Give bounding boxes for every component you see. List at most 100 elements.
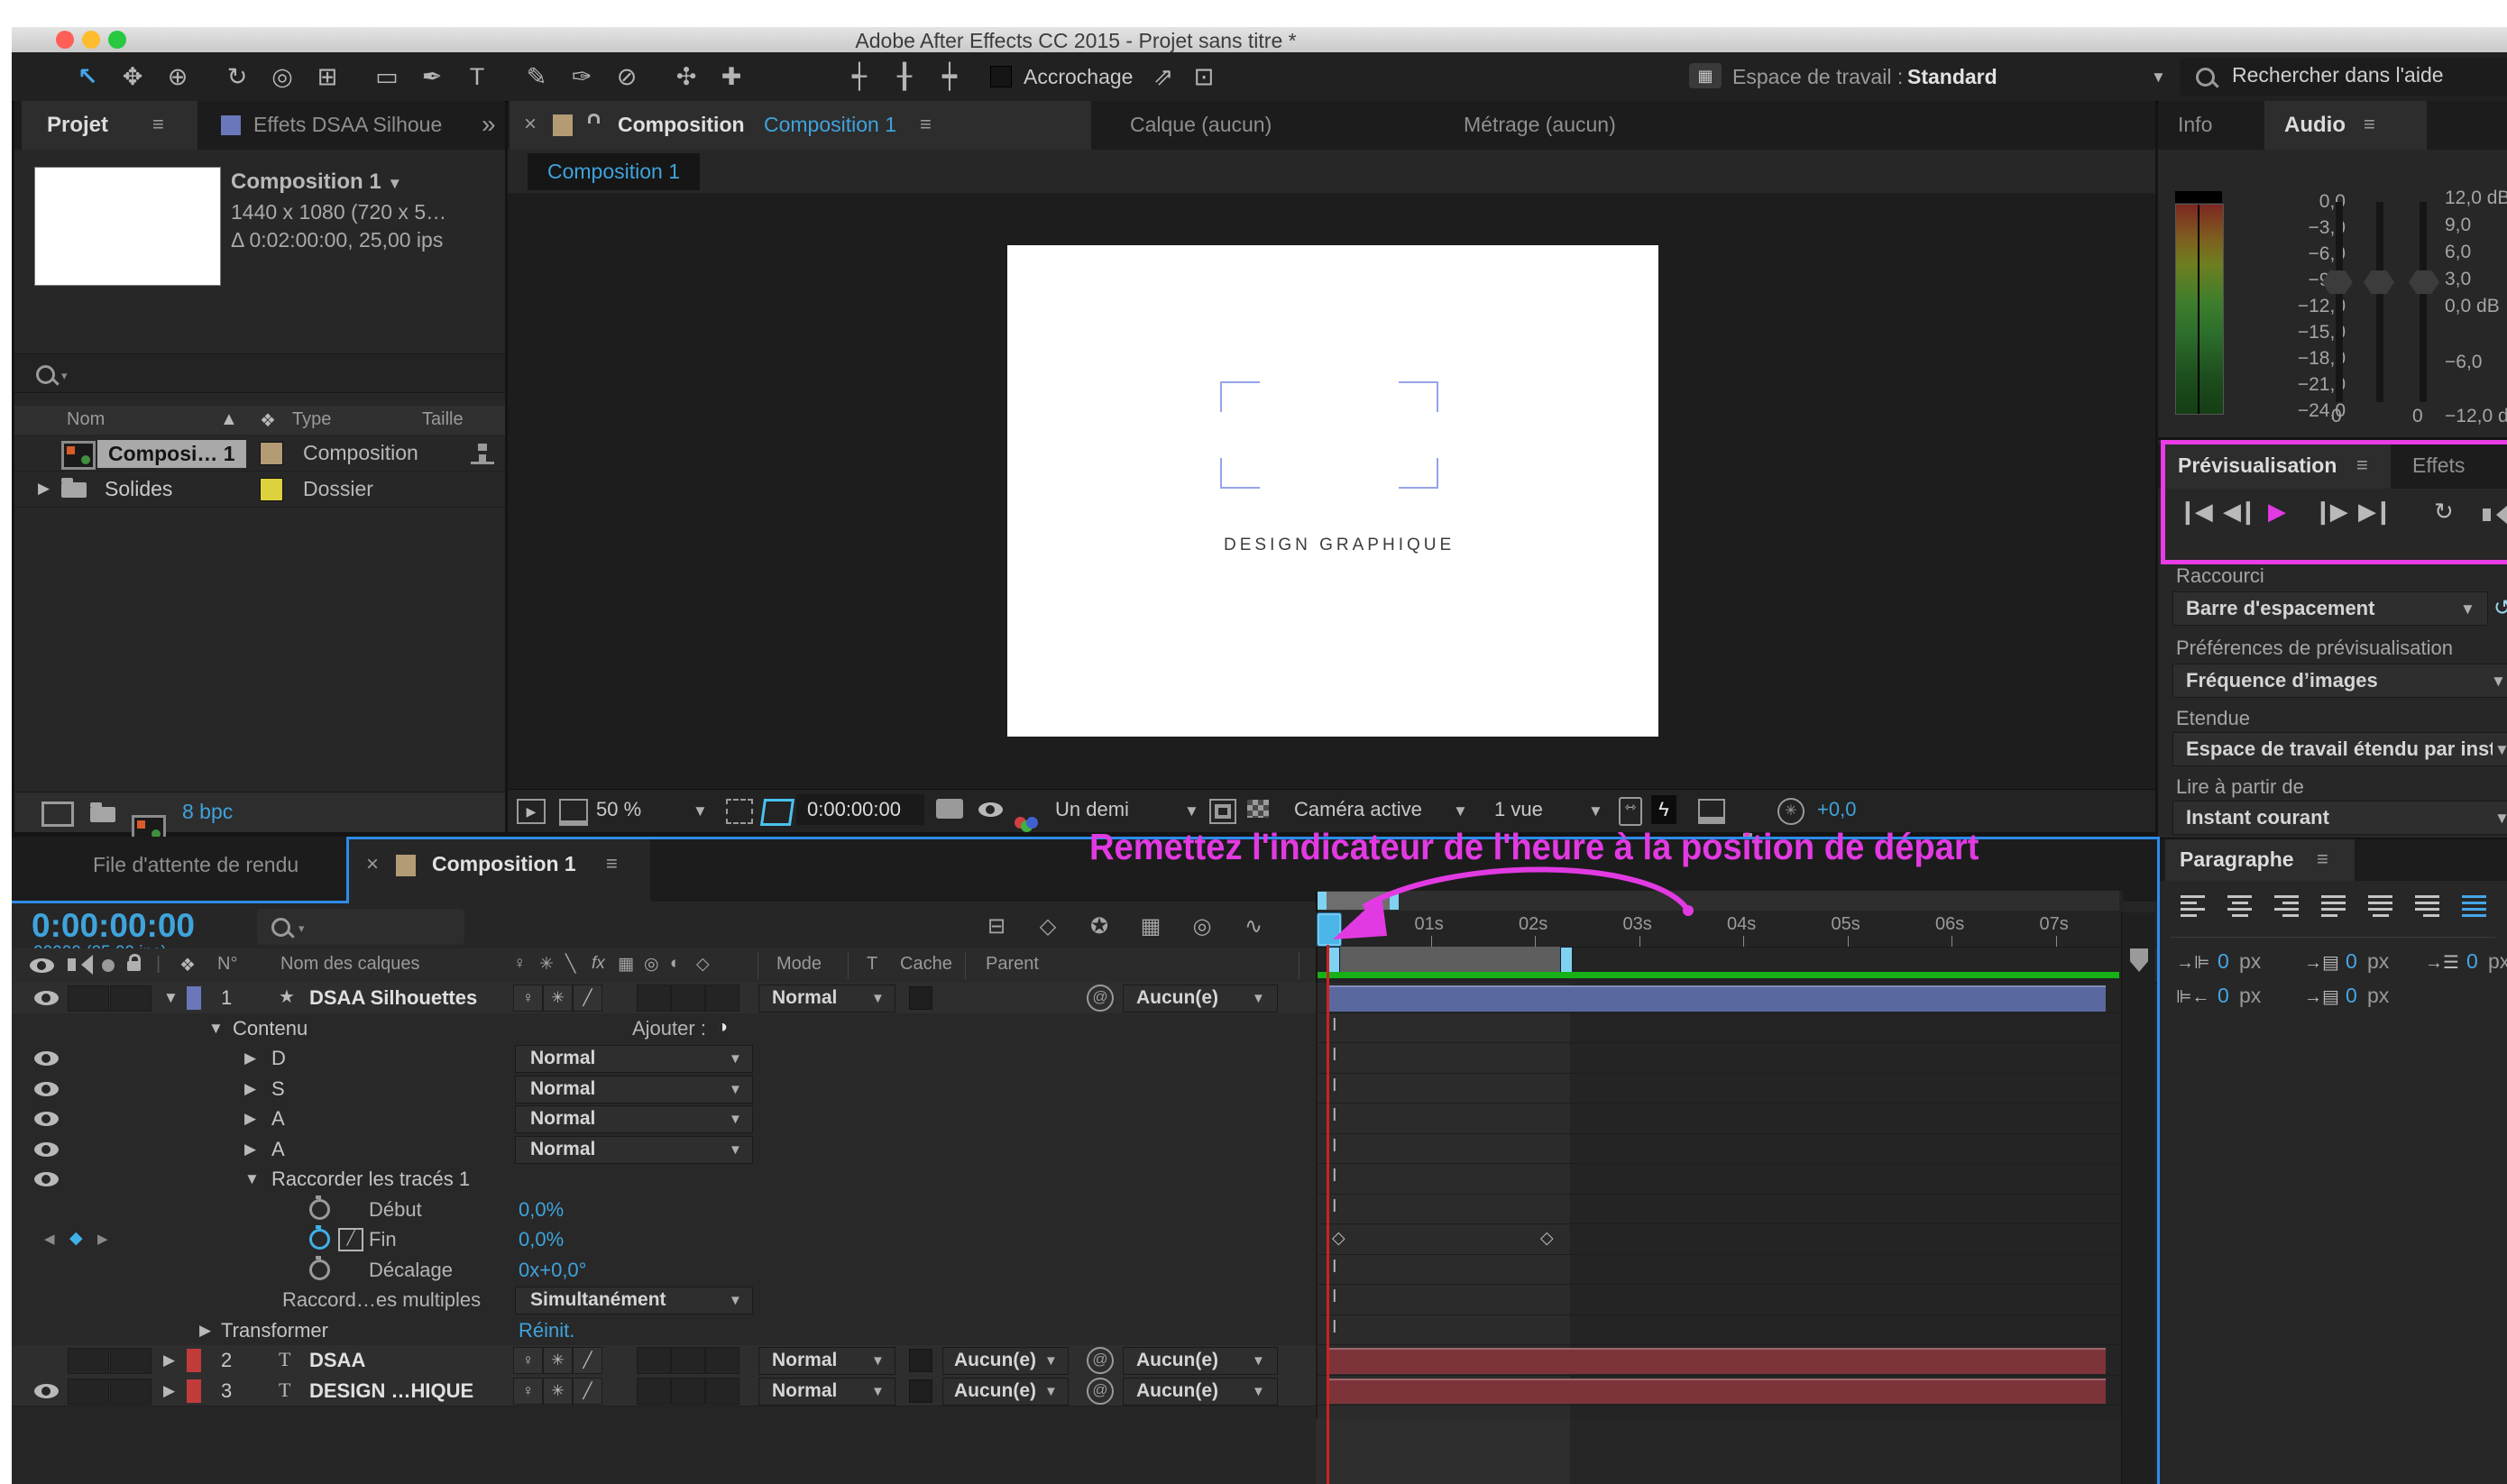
region-of-interest-icon[interactable] xyxy=(726,799,753,824)
reset-icon[interactable]: ↺ xyxy=(2493,595,2507,621)
group-blend-mode-dropdown[interactable]: Normal▼ xyxy=(515,1105,753,1133)
tab-previsualisation[interactable]: Prévisualisation ≡ xyxy=(2165,444,2391,489)
parent-dropdown[interactable]: Aucun(e)▼ xyxy=(1123,1347,1278,1375)
audio-column-icon[interactable] xyxy=(68,958,76,971)
expander-icon[interactable]: ▼ xyxy=(208,1020,224,1038)
blend-mode-dropdown[interactable]: Normal▼ xyxy=(758,1347,895,1375)
parent-pickwhip-icon[interactable]: @ xyxy=(1087,1378,1114,1405)
viewer-timecode-box[interactable]: 0:00:00:00 xyxy=(796,794,924,825)
eye-icon[interactable] xyxy=(34,1172,59,1186)
align-right-button[interactable] xyxy=(2274,895,2299,917)
world-axis-icon[interactable]: ╂ xyxy=(885,60,924,94)
timeline-row-a[interactable]: ▶ANormal▼ xyxy=(12,1134,1316,1166)
property-group-name[interactable]: D xyxy=(271,1047,286,1070)
blend-mode-dropdown[interactable]: Normal▼ xyxy=(758,985,895,1012)
expander-icon[interactable]: ▶ xyxy=(199,1322,211,1340)
comp-info-caret-icon[interactable]: ▼ xyxy=(387,175,402,192)
transform-group-name[interactable]: Transformer xyxy=(221,1319,328,1342)
timeline-row-raccord-es-multiples[interactable]: Raccord…es multiplesSimultanément▼ xyxy=(12,1285,1316,1316)
eye-icon[interactable] xyxy=(34,1082,59,1096)
snap-to-features-icon[interactable]: ⊡ xyxy=(1184,60,1224,94)
camera-dropdown[interactable]: Caméra active xyxy=(1294,798,1422,821)
layer-switch-0[interactable]: ♀ xyxy=(513,985,543,1012)
last-frame-button[interactable]: ▶❙ xyxy=(2358,498,2391,526)
layer-switch-0[interactable]: ♀ xyxy=(513,1378,543,1405)
column-t[interactable]: T xyxy=(867,954,877,975)
shortcut-dropdown[interactable]: Barre d'espacement ▼ xyxy=(2172,591,2488,626)
item-label-swatch[interactable] xyxy=(260,442,283,465)
timeline-row-d-but[interactable]: Début 0,0% xyxy=(12,1195,1316,1226)
align-center-button[interactable] xyxy=(2227,895,2252,917)
parent-dropdown[interactable]: Aucun(e)▼ xyxy=(1123,985,1278,1012)
field-value[interactable]: 0 xyxy=(2466,949,2478,974)
video-column-icon[interactable] xyxy=(30,958,54,973)
rotation-tool-icon[interactable]: ↻ xyxy=(217,60,257,94)
title-action-safe-icon[interactable] xyxy=(760,799,794,826)
layer-color-swatch[interactable] xyxy=(187,986,201,1010)
space-before-paragraph-field[interactable]: →☰0px xyxy=(2425,949,2507,978)
timeline-row-contenu[interactable]: ▼ContenuAjouter :◑ xyxy=(12,1013,1316,1045)
close-window-button[interactable] xyxy=(56,31,74,49)
eye-icon[interactable] xyxy=(34,1384,59,1398)
show-snapshot-icon[interactable] xyxy=(978,802,1003,817)
project-list-item[interactable]: ▶SolidesDossier xyxy=(14,472,505,508)
switch-column-icon-7[interactable]: ◇ xyxy=(696,954,710,975)
switch-column-icon-4[interactable]: ▦ xyxy=(618,954,634,975)
eye-icon[interactable] xyxy=(34,1051,59,1066)
viewer-menu-icon[interactable]: ≡ xyxy=(920,113,932,136)
group-blend-mode-dropdown[interactable]: Normal▼ xyxy=(515,1045,753,1073)
mini-flowchart-icon[interactable]: ⊟ xyxy=(978,911,1015,943)
timeline-row-s[interactable]: ▶SNormal▼ xyxy=(12,1074,1316,1105)
panel-menu-icon[interactable]: ≡ xyxy=(152,113,164,136)
justify-last-left-button[interactable] xyxy=(2321,895,2346,917)
switch-column-icon-1[interactable]: ✳ xyxy=(539,954,554,975)
align-left-button[interactable] xyxy=(2181,895,2205,917)
property-value[interactable]: 0,0% xyxy=(519,1198,564,1222)
item-name[interactable]: Composi… 1 xyxy=(97,440,246,468)
layer-name[interactable]: DSAA Silhouettes xyxy=(309,986,477,1010)
audio-slider-track[interactable] xyxy=(2376,202,2383,402)
expander-icon[interactable]: ▶ xyxy=(163,1382,175,1400)
preserve-transparency-cell[interactable] xyxy=(909,986,932,1010)
property-group-name[interactable]: A xyxy=(271,1138,285,1161)
view-layout-caret-icon[interactable]: ▼ xyxy=(1588,802,1603,820)
new-folder-icon[interactable] xyxy=(90,807,115,822)
expander-icon[interactable]: ▼ xyxy=(163,989,179,1007)
current-time-indicator-line[interactable] xyxy=(1327,945,1329,1484)
tab-effets-dsaa[interactable]: Effets DSAA Silhoue xyxy=(208,101,470,150)
expander-icon[interactable]: ▶ xyxy=(244,1140,256,1159)
tab-projet[interactable]: Projet ≡ xyxy=(22,101,197,150)
lock-column-icon[interactable] xyxy=(127,961,141,971)
audio-menu-icon[interactable]: ≡ xyxy=(2364,113,2375,136)
first-line-indent-field[interactable]: →▤0px xyxy=(2304,949,2421,978)
property-group-name[interactable]: Raccorder les tracés 1 xyxy=(271,1168,470,1191)
keyframe-diamond-icon[interactable]: ◇ xyxy=(1540,1228,1554,1249)
layer-switch-1[interactable]: ✳ xyxy=(543,985,573,1012)
workspace-icon[interactable]: ▦ xyxy=(1689,63,1722,88)
tab-close-icon[interactable]: × xyxy=(524,112,537,137)
switch-column-icon-3[interactable]: fx xyxy=(592,954,605,974)
primary-viewer-icon[interactable] xyxy=(559,799,588,826)
trkmat-dropdown[interactable]: Aucun(e)▼ xyxy=(942,1347,1069,1375)
draft-3d-icon[interactable]: ◇ xyxy=(1030,911,1066,943)
tab-overflow-icon[interactable]: » xyxy=(482,110,496,139)
column-cache[interactable]: Cache xyxy=(900,954,952,975)
selection-tool-icon[interactable]: ↖ xyxy=(68,60,107,94)
timeline-scroll-column[interactable] xyxy=(2121,912,2155,1484)
pixel-aspect-icon[interactable]: ⇿ xyxy=(1619,797,1642,826)
indent-left-margin-field[interactable]: →⊫0px xyxy=(2176,949,2293,978)
tab-composition-viewer[interactable]: × Composition Composition 1 ≡ xyxy=(510,101,1091,150)
expander-icon[interactable]: ▶ xyxy=(163,1351,175,1369)
property-name[interactable]: Décalage xyxy=(369,1259,453,1282)
property-name[interactable]: Début xyxy=(369,1198,422,1222)
property-value[interactable]: 0x+0,0° xyxy=(519,1259,586,1282)
snap-checkbox[interactable] xyxy=(990,66,1012,87)
label-column-icon[interactable]: ❖ xyxy=(260,409,276,432)
timeline-row-d-calage[interactable]: Décalage 0x+0,0° xyxy=(12,1255,1316,1287)
parent-pickwhip-icon[interactable]: @ xyxy=(1087,985,1114,1012)
zoom-tool-icon[interactable]: ⊕ xyxy=(158,60,197,94)
audio-slider-thumb-right[interactable] xyxy=(2409,270,2439,294)
label-column-icon[interactable]: ❖ xyxy=(179,954,196,976)
hide-shy-icon[interactable]: ✪ xyxy=(1081,911,1117,943)
workspace-dropdown[interactable]: Standard xyxy=(1907,65,1997,89)
